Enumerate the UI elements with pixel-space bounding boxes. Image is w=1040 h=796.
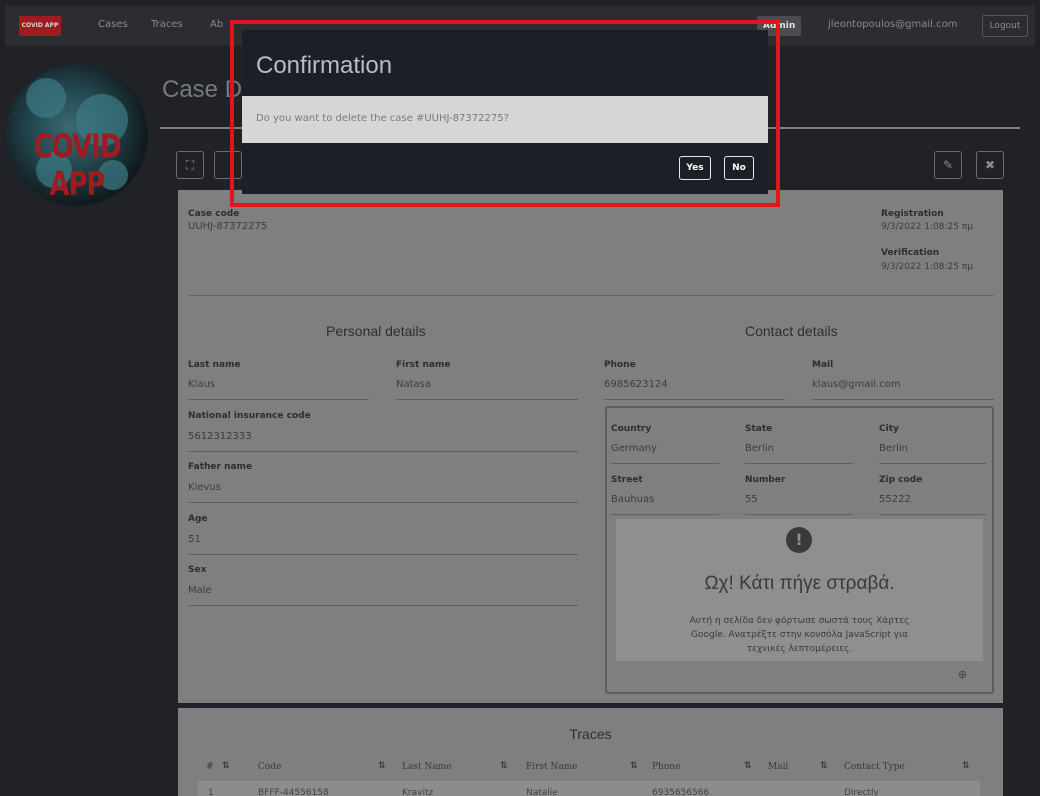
app-logo: COVID APP [6,64,148,206]
zip-code-label: Zip code [879,475,923,485]
user-email: jleontopoulos@gmail.com [828,19,958,30]
street-label: Street [611,475,643,485]
contact-details-heading: Contact details [745,323,838,339]
column-header-index[interactable]: # [206,762,214,772]
number-label: Number [745,475,786,485]
trace-last-name: Kravitz [402,788,434,796]
insurance-code-label: National insurance code [188,411,311,421]
number-value: 55 [745,494,758,505]
insurance-code-value: 5612312333 [188,431,252,442]
nav-link-about[interactable]: Ab [210,19,223,30]
country-label: Country [611,424,652,434]
city-value: Berlin [879,443,909,454]
sort-icon[interactable]: ⇅ [820,761,828,771]
sex-value: Male [188,585,212,596]
city-label: City [879,424,899,434]
trace-contact-type: Directly [844,788,879,796]
verification-value: 9/3/2022 1:08:25 πμ [881,262,973,272]
case-details-card: Case code UUHJ-87372275 Registration 9/3… [178,190,1003,703]
map-error-title: Ωχ! Κάτι πήγε στραβά. [704,573,895,594]
expand-icon: ⛶ [185,158,195,172]
zoom-icon[interactable]: ⊕ [958,668,967,681]
logout-button[interactable]: Logout [982,15,1028,37]
column-header-code[interactable]: Code [258,762,281,772]
street-value: Bauhuas [611,494,655,505]
column-header-phone[interactable]: Phone [652,762,680,772]
sort-icon[interactable]: ⇅ [378,761,386,771]
close-icon: ✖ [984,158,996,172]
phone-label: Phone [604,360,636,370]
sex-label: Sex [188,565,207,575]
trace-index: 1 [208,788,214,796]
trace-first-name: Natalie [526,788,558,796]
registration-label: Registration [881,209,944,219]
pencil-icon: ✎ [942,158,954,172]
trace-code: BFFF-44556158 [258,788,329,796]
column-header-contact-type[interactable]: Contact Type [844,762,905,772]
map-error-panel: ! Ωχ! Κάτι πήγε στραβά. Αυτή η σελίδα δε… [616,519,983,661]
phone-value: 6985623124 [604,379,668,390]
age-value: 51 [188,534,201,545]
sort-icon[interactable]: ⇅ [744,761,752,771]
last-name-label: Last name [188,360,241,370]
nav-link-cases[interactable]: Cases [98,19,128,30]
case-code-value: UUHJ-87372275 [188,221,268,232]
sort-icon[interactable]: ⇅ [962,761,970,771]
section-divider [188,295,994,296]
expand-button[interactable]: ⛶ [176,151,204,179]
logo-text: COVID APP [33,128,122,204]
close-button[interactable]: ✖ [976,151,1004,179]
father-name-value: Kievus [188,482,221,493]
nav-link-traces[interactable]: Traces [151,19,183,30]
country-value: Germany [611,443,657,454]
trace-phone: 6935656566 [652,788,710,796]
column-header-first-name[interactable]: First Name [526,762,578,772]
mail-value: klaus@gmail.com [812,379,901,390]
first-name-value: Natasa [396,379,431,390]
registration-value: 9/3/2022 1:08:25 πμ [881,222,973,232]
column-header-mail[interactable]: Mail [768,762,788,772]
column-header-last-name[interactable]: Last Name [402,762,452,772]
state-label: State [745,424,773,434]
age-label: Age [188,514,208,524]
case-code-label: Case code [188,209,240,219]
traces-card: Traces # ⇅ Code ⇅ Last Name ⇅ First Name… [178,708,1003,796]
traces-title: Traces [569,726,612,742]
sort-icon[interactable]: ⇅ [630,761,638,771]
zip-code-value: 55222 [879,494,911,505]
highlight-box [230,20,780,207]
warning-icon: ! [786,527,812,553]
verification-label: Verification [881,248,940,258]
mail-label: Mail [812,360,834,370]
sort-icon[interactable]: ⇅ [222,761,230,771]
state-value: Berlin [745,443,775,454]
map-error-message: Αυτή η σελίδα δεν φόρτωσε σωστά τους Χάρ… [689,616,910,654]
sort-icon[interactable]: ⇅ [500,761,508,771]
first-name-label: First name [396,360,451,370]
last-name-value: Klaus [188,379,216,390]
edit-button[interactable]: ✎ [934,151,962,179]
personal-details-heading: Personal details [326,323,426,339]
father-name-label: Father name [188,462,253,472]
brand-logo[interactable]: COVID APP [19,16,61,36]
